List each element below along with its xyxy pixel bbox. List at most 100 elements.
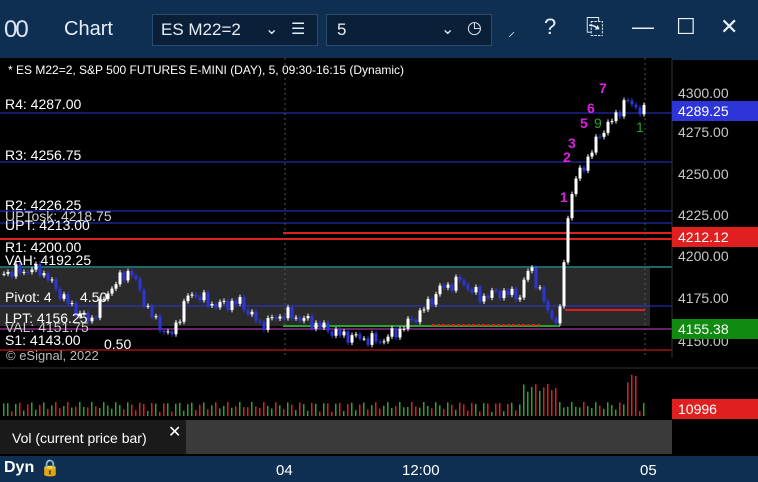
volume-bar: [467, 410, 469, 416]
candle-body: [546, 301, 550, 311]
volume-bar: [575, 406, 577, 416]
candle-body: [30, 269, 34, 273]
interval-selector[interactable]: 5 ⌄ ◷: [326, 14, 492, 46]
volume-bar: [107, 405, 109, 416]
candle-body: [558, 306, 562, 324]
candle-body: [6, 271, 10, 274]
count-5: 5: [580, 115, 588, 131]
volume-bar: [627, 382, 629, 416]
volume-bar: [271, 408, 273, 416]
volume-bar: [127, 402, 129, 416]
candle-body: [202, 292, 206, 301]
close-icon[interactable]: ✕: [168, 422, 181, 442]
candle-body: [230, 300, 234, 310]
volume-bar: [535, 384, 537, 416]
volume-bar: [91, 402, 93, 416]
candle-body: [350, 335, 354, 343]
volume-bar: [227, 402, 229, 416]
candle-body: [398, 328, 402, 338]
chevron-down-icon[interactable]: ⌄: [265, 19, 278, 39]
volume-bar: [115, 402, 117, 416]
candle-body: [346, 331, 350, 343]
symbol-selector[interactable]: ES M22=2 ⌄ ☰: [152, 14, 318, 46]
volume-bar: [191, 402, 193, 416]
volume-bar: [283, 409, 285, 416]
volume-panel[interactable]: Vol (current price bar) ✕: [0, 420, 186, 454]
candle-body: [234, 300, 238, 304]
candle-body: [486, 295, 490, 298]
volume-bar: [571, 402, 573, 416]
help-button[interactable]: ?: [544, 14, 556, 40]
volume-bar: [319, 411, 321, 416]
tick-icon[interactable]: ⸝: [508, 22, 515, 41]
candle-body: [562, 262, 566, 307]
lock-icon[interactable]: 🔒: [40, 458, 60, 478]
candle-body: [270, 317, 274, 319]
volume-bar: [447, 402, 449, 416]
volume-bar: [75, 406, 77, 416]
chart-header: * ES M22=2, S&P 500 FUTURES E-MINI (DAY)…: [8, 63, 405, 77]
volume-bar: [403, 407, 405, 416]
candle-body: [70, 302, 74, 304]
clock-icon[interactable]: ◷: [467, 18, 482, 38]
volume-bar: [547, 384, 549, 416]
dyn-mode-button[interactable]: Dyn: [4, 459, 34, 477]
volume-bar: [371, 405, 373, 416]
candle-body: [278, 316, 282, 319]
maximize-button[interactable]: ☐: [676, 14, 696, 40]
volume-bar: [503, 411, 505, 416]
volume-bar: [83, 406, 85, 416]
close-button[interactable]: ✕: [720, 14, 738, 40]
candle-body: [582, 167, 586, 171]
symbol-value[interactable]: ES M22=2: [161, 20, 241, 40]
candle-body: [534, 267, 538, 288]
volume-bar: [59, 408, 61, 416]
volume-bar: [159, 411, 161, 416]
template-icon[interactable]: ⎘: [586, 14, 604, 40]
window-title: Chart: [64, 18, 113, 40]
candle-body: [390, 328, 394, 337]
minimize-button[interactable]: —: [632, 14, 654, 40]
menu-icon[interactable]: ☰: [291, 19, 305, 39]
volume-bar: [439, 405, 441, 416]
volume-bar: [315, 403, 317, 416]
candle-body: [58, 288, 62, 299]
candle-body: [446, 284, 450, 288]
volume-bar: [79, 402, 81, 416]
candle-body: [506, 290, 510, 295]
candle-body: [110, 288, 114, 294]
volume-bar: [487, 403, 489, 416]
volume-bar: [131, 404, 133, 416]
label-s1-tail: 0.50: [104, 336, 132, 352]
price-tick: 4250.00: [678, 166, 729, 182]
volume-bar: [147, 411, 149, 416]
price-chart[interactable]: [0, 58, 758, 458]
volume-bar: [483, 403, 485, 416]
candle-body: [210, 303, 214, 306]
volume-bar: [407, 406, 409, 416]
count-2: 2: [563, 149, 571, 165]
candle-body: [90, 317, 94, 322]
lower-price-tag: 4155.38: [672, 319, 758, 339]
count-green-1: 1: [636, 119, 644, 135]
candle-body: [438, 285, 442, 295]
volume-bar: [375, 402, 377, 416]
volume-bar: [291, 404, 293, 416]
candle-body: [258, 321, 262, 323]
interval-value[interactable]: 5: [337, 20, 346, 40]
volume-bar: [7, 403, 9, 416]
candle-body: [610, 121, 614, 123]
count-1: 1: [560, 189, 568, 205]
volume-bar: [443, 409, 445, 416]
volume-bar: [87, 407, 89, 416]
candle-body: [134, 275, 138, 279]
volume-bar: [123, 409, 125, 416]
volume-bar: [643, 403, 645, 416]
candle-body: [462, 280, 466, 285]
candle-body: [214, 303, 218, 308]
volume-bar: [139, 402, 141, 416]
chevron-down-icon[interactable]: ⌄: [441, 19, 454, 39]
time-tick: 05: [640, 462, 657, 479]
candle-body: [602, 132, 606, 137]
candle-body: [366, 338, 370, 345]
